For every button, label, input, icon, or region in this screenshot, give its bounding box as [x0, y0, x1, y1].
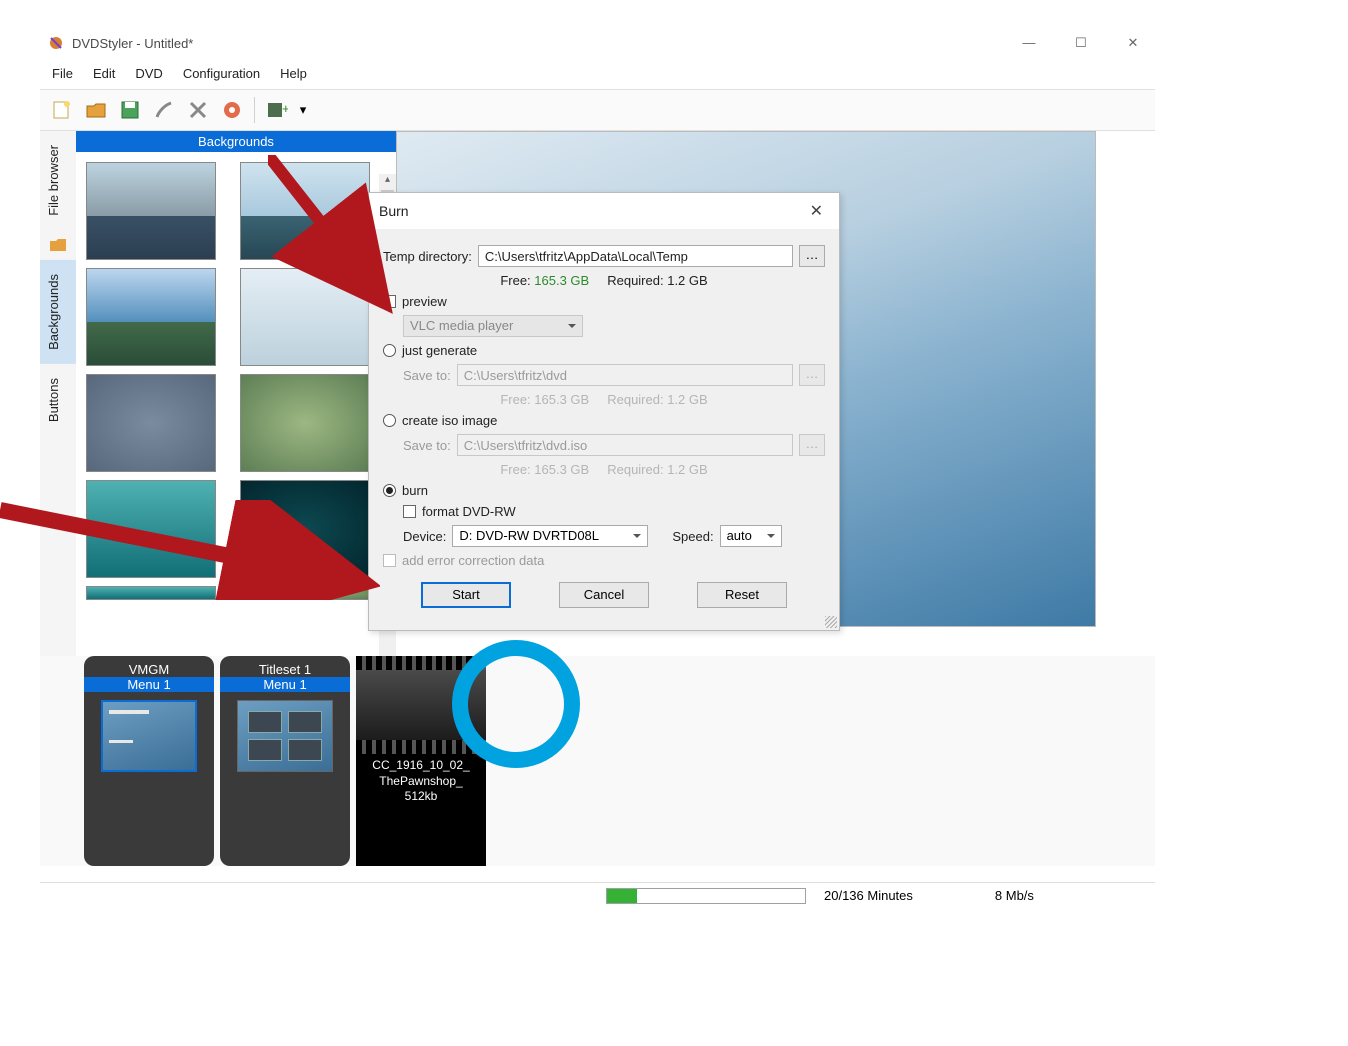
toolbar-burn-button[interactable]	[216, 94, 248, 126]
dialog-titlebar: Burn ✕	[369, 193, 839, 229]
clip-label: CC_1916_10_02_ ThePawnshop_ 512kb	[356, 754, 486, 809]
dialog-title: Burn	[379, 203, 804, 219]
menu-configuration[interactable]: Configuration	[173, 62, 270, 85]
speed-label: Speed:	[672, 529, 713, 544]
titleset-label: VMGM	[84, 662, 214, 677]
menu-edit[interactable]: Edit	[83, 62, 125, 85]
required-label: Required:	[607, 273, 663, 288]
burn-label: burn	[402, 483, 428, 498]
reset-button[interactable]: Reset	[697, 582, 787, 608]
timeline: VMGM Menu 1 Titleset 1 Menu 1 CC_1916_10…	[40, 656, 1155, 866]
app-icon	[48, 35, 64, 51]
close-button[interactable]: ✕	[1119, 35, 1147, 51]
device-select[interactable]: D: DVD-RW DVRTD08L	[452, 525, 648, 547]
temp-dir-input[interactable]	[478, 245, 793, 267]
iso-free: Free: 165.3 GB	[500, 462, 589, 477]
bg-thumb[interactable]	[240, 374, 370, 472]
bg-thumb[interactable]	[86, 268, 216, 366]
gen-req: Required: 1.2 GB	[607, 392, 707, 407]
menu-label: Menu 1	[84, 677, 214, 692]
toolbar-tools-button[interactable]	[182, 94, 214, 126]
device-label: Device:	[403, 529, 446, 544]
free-label: Free:	[500, 273, 530, 288]
required-value: 1.2 GB	[667, 273, 707, 288]
svg-text:+: +	[282, 101, 288, 116]
start-button[interactable]: Start	[421, 582, 511, 608]
menu-thumb	[101, 700, 197, 772]
dialog-close-button[interactable]: ✕	[804, 201, 829, 221]
burn-radio[interactable]	[383, 484, 396, 497]
toolbar-open-button[interactable]	[80, 94, 112, 126]
statusbar: 20/136 Minutes 8 Mb/s	[40, 882, 1155, 908]
burn-dialog: Burn ✕ Temp directory: … Free: 165.3 GB …	[368, 192, 840, 631]
tab-buttons[interactable]: Buttons	[40, 364, 76, 436]
annotation-arrow	[0, 500, 380, 600]
capacity-fill	[607, 889, 637, 903]
tab-folder-icon[interactable]	[40, 230, 76, 260]
status-bitrate: 8 Mb/s	[995, 888, 1034, 903]
window-title: DVDStyler - Untitled*	[72, 36, 1015, 51]
free-value: 165.3 GB	[534, 273, 589, 288]
player-select: VLC media player	[403, 315, 583, 337]
resize-grip[interactable]	[825, 616, 837, 628]
titleset-card-1[interactable]: Titleset 1 Menu 1	[220, 656, 350, 866]
toolbar-save-button[interactable]	[114, 94, 146, 126]
format-label: format DVD-RW	[422, 504, 516, 519]
toolbar-new-button[interactable]	[46, 94, 78, 126]
ecc-checkbox	[383, 554, 396, 567]
cancel-button[interactable]: Cancel	[559, 582, 649, 608]
bg-thumb[interactable]	[86, 374, 216, 472]
create-iso-label: create iso image	[402, 413, 497, 428]
menu-thumb	[237, 700, 333, 772]
save-iso-browse-button: …	[799, 434, 825, 456]
titlebar: DVDStyler - Untitled* — ☐ ✕	[40, 28, 1155, 58]
annotation-circle	[452, 640, 580, 768]
tab-file-browser[interactable]: File browser	[40, 131, 76, 230]
save-to-label: Save to:	[403, 438, 451, 453]
tab-backgrounds[interactable]: Backgrounds	[40, 260, 76, 364]
just-generate-label: just generate	[402, 343, 477, 358]
menu-file[interactable]: File	[42, 62, 83, 85]
toolbar-add-clip-button[interactable]: +	[261, 94, 293, 126]
just-generate-radio[interactable]	[383, 344, 396, 357]
capacity-bar	[606, 888, 806, 904]
save-to-label: Save to:	[403, 368, 451, 383]
save-dvd-browse-button: …	[799, 364, 825, 386]
minimize-button[interactable]: —	[1015, 35, 1043, 51]
backgrounds-header: Backgrounds	[76, 131, 396, 152]
toolbar: + ▾	[40, 89, 1155, 131]
save-iso-input	[457, 434, 793, 456]
status-minutes: 20/136 Minutes	[824, 888, 913, 903]
preview-label: preview	[402, 294, 447, 309]
gen-free: Free: 165.3 GB	[500, 392, 589, 407]
titleset-card-vmgm[interactable]: VMGM Menu 1	[84, 656, 214, 866]
bg-thumb[interactable]	[86, 162, 216, 260]
iso-req: Required: 1.2 GB	[607, 462, 707, 477]
menu-help[interactable]: Help	[270, 62, 317, 85]
menu-dvd[interactable]: DVD	[125, 62, 172, 85]
save-dvd-input	[457, 364, 793, 386]
titleset-label: Titleset 1	[220, 662, 350, 677]
toolbar-brush-button[interactable]	[148, 94, 180, 126]
toolbar-dropdown-button[interactable]: ▾	[295, 94, 311, 126]
format-checkbox[interactable]	[403, 505, 416, 518]
ecc-label: add error correction data	[402, 553, 544, 568]
menubar: File Edit DVD Configuration Help	[40, 58, 1155, 89]
annotation-arrow	[268, 155, 408, 325]
toolbar-separator	[254, 97, 255, 123]
temp-dir-browse-button[interactable]: …	[799, 245, 825, 267]
speed-select[interactable]: auto	[720, 525, 782, 547]
maximize-button[interactable]: ☐	[1067, 35, 1095, 51]
create-iso-radio[interactable]	[383, 414, 396, 427]
menu-label: Menu 1	[220, 677, 350, 692]
